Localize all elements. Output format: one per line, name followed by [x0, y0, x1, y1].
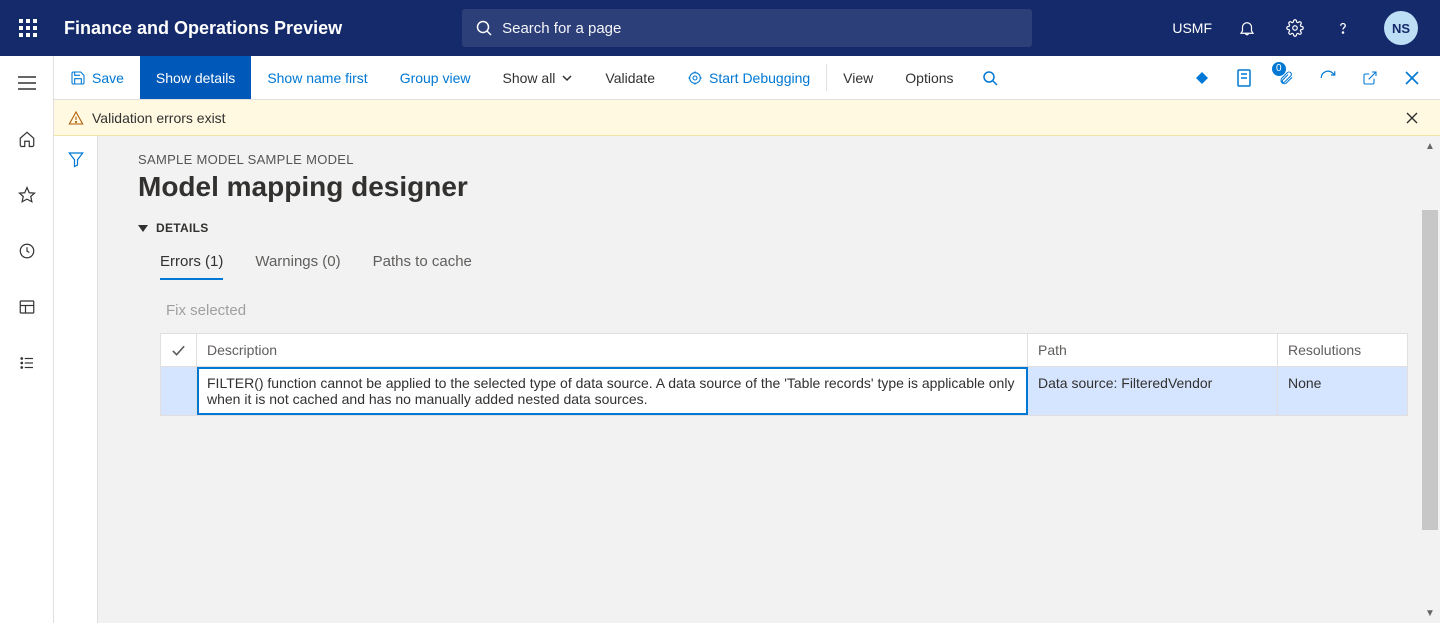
- scroll-down-icon[interactable]: ▼: [1420, 603, 1440, 623]
- show-all-dropdown[interactable]: Show all: [487, 56, 590, 99]
- modules-icon[interactable]: [10, 346, 44, 380]
- validation-message-text: Validation errors exist: [92, 110, 226, 126]
- global-search[interactable]: Search for a page: [462, 9, 1032, 47]
- validate-button[interactable]: Validate: [589, 56, 671, 99]
- fix-selected-button[interactable]: Fix selected: [166, 302, 1418, 319]
- vertical-scrollbar[interactable]: ▲ ▼: [1420, 136, 1440, 623]
- scroll-thumb[interactable]: [1422, 210, 1438, 530]
- topbar-right: USMF NS: [1162, 0, 1428, 56]
- home-icon[interactable]: [10, 122, 44, 156]
- cell-path[interactable]: Data source: FilteredVendor: [1028, 367, 1278, 415]
- app-launcher-icon[interactable]: [0, 0, 56, 56]
- warning-icon: [68, 110, 84, 126]
- show-name-first-button[interactable]: Show name first: [251, 56, 383, 99]
- left-nav-rail: [0, 56, 54, 623]
- app-title: Finance and Operations Preview: [56, 18, 342, 39]
- view-menu[interactable]: View: [827, 56, 889, 99]
- top-navbar: Finance and Operations Preview Search fo…: [0, 0, 1440, 56]
- scroll-up-icon[interactable]: ▲: [1420, 136, 1440, 156]
- caret-down-icon: [138, 225, 148, 232]
- dismiss-message-icon[interactable]: [1406, 112, 1426, 124]
- page-body: SAMPLE MODEL SAMPLE MODEL Model mapping …: [54, 136, 1440, 623]
- refresh-icon[interactable]: [1308, 56, 1348, 100]
- tab-warnings[interactable]: Warnings (0): [255, 253, 340, 280]
- find-icon[interactable]: [970, 56, 1010, 100]
- hamburger-icon[interactable]: [10, 66, 44, 100]
- errors-grid: Description Path Resolutions FILTER() fu…: [160, 333, 1408, 416]
- close-page-icon[interactable]: [1392, 56, 1432, 100]
- cell-description[interactable]: FILTER() function cannot be applied to t…: [197, 367, 1028, 415]
- user-avatar[interactable]: NS: [1368, 0, 1428, 56]
- details-label: DETAILS: [156, 221, 209, 235]
- personalize-icon[interactable]: [1182, 56, 1222, 100]
- notifications-icon[interactable]: [1224, 0, 1270, 56]
- avatar-initials: NS: [1384, 11, 1418, 45]
- details-fasttab-header[interactable]: DETAILS: [138, 221, 1418, 235]
- row-selector[interactable]: [161, 367, 197, 415]
- search-placeholder: Search for a page: [502, 20, 621, 37]
- col-resolutions[interactable]: Resolutions: [1278, 334, 1408, 366]
- grid-header-row: Description Path Resolutions: [161, 334, 1408, 367]
- recent-icon[interactable]: [10, 234, 44, 268]
- workspaces-icon[interactable]: [10, 290, 44, 324]
- company-picker[interactable]: USMF: [1162, 0, 1222, 56]
- cell-resolutions[interactable]: None: [1278, 367, 1408, 415]
- save-icon: [70, 70, 86, 86]
- help-icon[interactable]: [1320, 0, 1366, 56]
- attachments-icon[interactable]: 0: [1266, 56, 1306, 100]
- details-tabs: Errors (1) Warnings (0) Paths to cache: [138, 253, 1418, 280]
- tab-paths-to-cache[interactable]: Paths to cache: [373, 253, 472, 280]
- attachments-badge: 0: [1272, 62, 1286, 76]
- select-all-column[interactable]: [161, 334, 197, 366]
- show-details-button[interactable]: Show details: [140, 56, 251, 99]
- col-description[interactable]: Description: [197, 334, 1028, 366]
- page-content: SAMPLE MODEL SAMPLE MODEL Model mapping …: [98, 136, 1418, 623]
- chevron-down-icon: [561, 72, 573, 84]
- page-options-icon[interactable]: [1224, 56, 1264, 100]
- action-pane: Save Show details Show name first Group …: [54, 56, 1440, 100]
- check-icon: [171, 342, 186, 358]
- page-title: Model mapping designer: [138, 171, 1418, 203]
- grid-row[interactable]: FILTER() function cannot be applied to t…: [161, 367, 1408, 415]
- breadcrumb: SAMPLE MODEL SAMPLE MODEL: [138, 152, 1418, 167]
- filter-pane-collapsed[interactable]: [54, 136, 98, 623]
- settings-icon[interactable]: [1272, 0, 1318, 56]
- search-icon: [476, 20, 492, 36]
- options-menu[interactable]: Options: [889, 56, 969, 99]
- save-button[interactable]: Save: [54, 56, 140, 99]
- start-debugging-button[interactable]: Start Debugging: [671, 56, 826, 99]
- favorites-icon[interactable]: [10, 178, 44, 212]
- group-view-button[interactable]: Group view: [384, 56, 487, 99]
- validation-message-bar: Validation errors exist: [54, 100, 1440, 136]
- debug-icon: [687, 70, 703, 86]
- col-path[interactable]: Path: [1028, 334, 1278, 366]
- popout-icon[interactable]: [1350, 56, 1390, 100]
- tab-errors[interactable]: Errors (1): [160, 253, 223, 280]
- filter-icon: [67, 150, 85, 168]
